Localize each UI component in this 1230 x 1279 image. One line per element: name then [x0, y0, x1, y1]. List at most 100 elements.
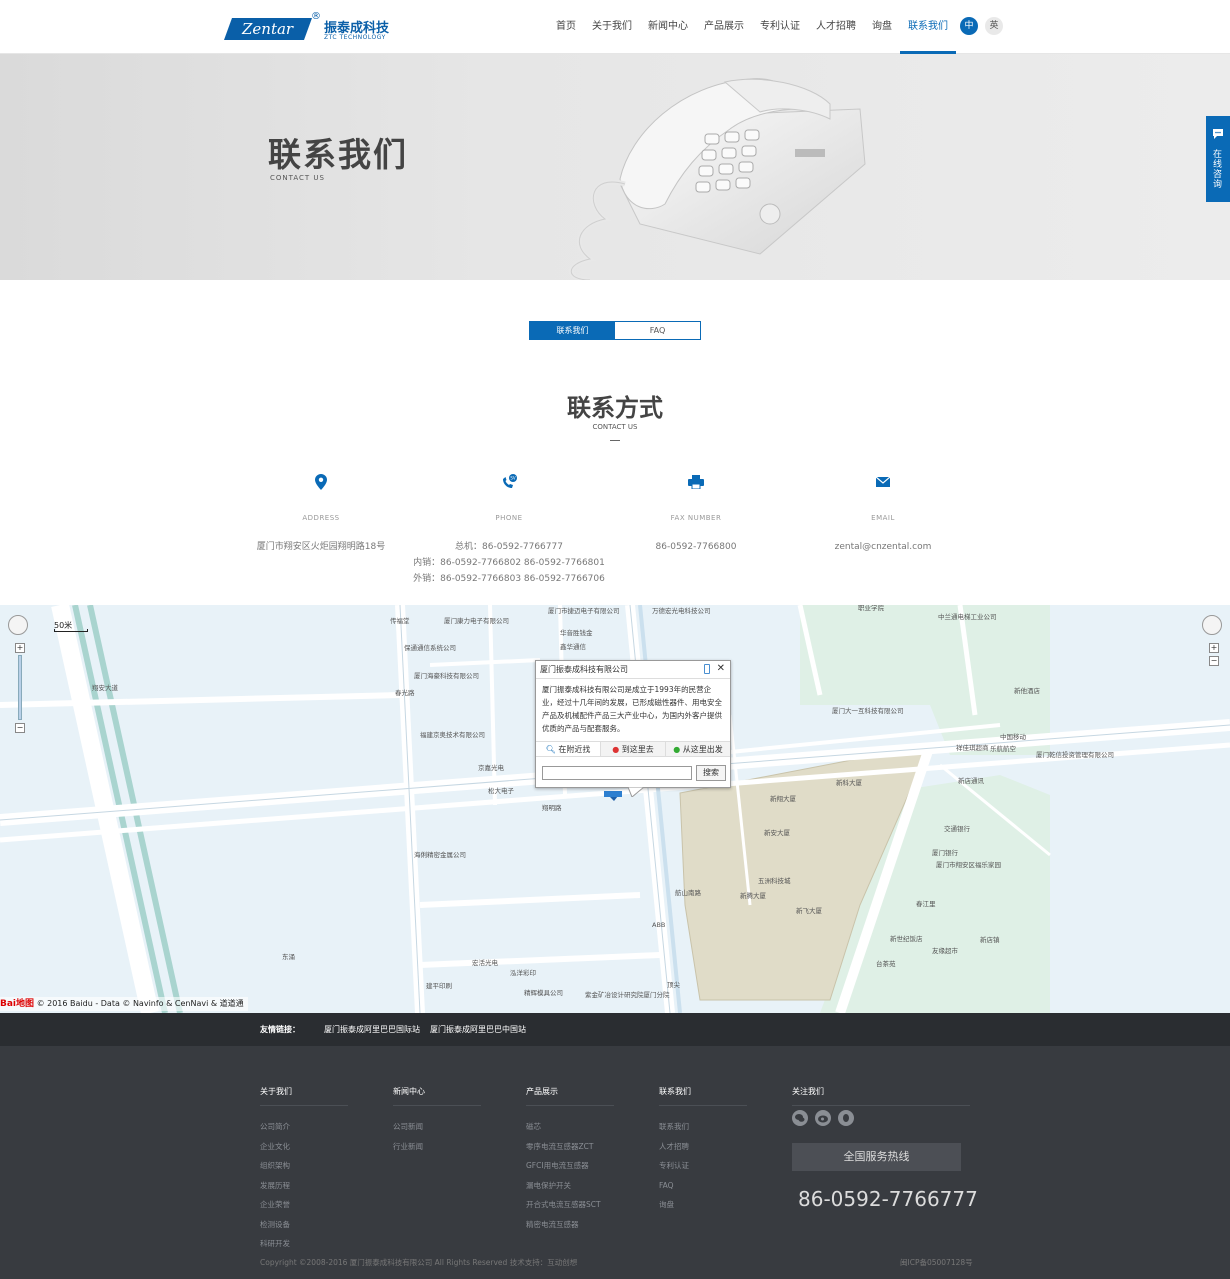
info-window-tabs: 🔍︎ 在附近找 ● 到这里去 ● 从这里出发 [536, 741, 730, 757]
telephone-illustration [568, 78, 866, 280]
main-nav: 首页 关于我们 新闻中心 产品展示 专利认证 人才招聘 询盘 联系我们 [548, 0, 956, 54]
map-label: 顶尖 [667, 980, 681, 989]
tab-route-from-label: 从这里出发 [682, 745, 723, 754]
map-zoom-in-right[interactable]: + [1209, 643, 1219, 653]
map-label: 传福堂 [390, 616, 410, 625]
footer-link[interactable]: 公司简介 [260, 1117, 348, 1137]
info-window-title: 厦门振泰成科技有限公司 [536, 661, 730, 679]
footer-link[interactable]: GFCI用电流互感器 [526, 1156, 614, 1176]
map-label: 万德宏光电科技公司 [652, 606, 711, 615]
site-header: Zentar ® 振泰成科技 ZTC TECHNOLOGY 首页 关于我们 新闻… [0, 0, 1230, 54]
nav-inquiry[interactable]: 询盘 [864, 0, 900, 54]
fax-icon [688, 475, 704, 489]
map-zoom-slider[interactable] [18, 655, 22, 720]
mobile-icon[interactable] [704, 664, 710, 674]
phone-main: 总机：86-0592-7766777 [455, 542, 563, 552]
icp-number[interactable]: 闽ICP备05007128号 [900, 1257, 973, 1268]
fax-value: 86-0592-7766800 [655, 542, 737, 552]
map-copyright-text: © 2016 Baidu - Data © Navinfo & CenNavi … [36, 999, 244, 1008]
nav-about[interactable]: 关于我们 [584, 0, 640, 54]
footer-link[interactable]: 零序电流互感器ZCT [526, 1137, 614, 1157]
footer-link[interactable]: 漏电保护开关 [526, 1176, 614, 1196]
hotline-number: 86-0592-7766777 [798, 1187, 978, 1211]
nav-patents[interactable]: 专利认证 [752, 0, 808, 54]
search-icon: 🔍︎ [545, 745, 556, 754]
nav-contact[interactable]: 联系我们 [900, 0, 956, 54]
map-label: 紫金矿冶设计研究院厦门分院 [585, 990, 670, 999]
footer-link[interactable]: 发展历程 [260, 1176, 348, 1196]
logo-sub: ZTC TECHNOLOGY [324, 34, 386, 41]
chat-bubble-icon [1213, 129, 1223, 139]
friend-link-international[interactable]: 厦门振泰成阿里巴巴国际站 [324, 1024, 420, 1035]
baidu-logo[interactable]: Bai地图 [0, 997, 34, 1011]
footer-link[interactable]: 企业文化 [260, 1137, 348, 1157]
map-label: 新飞大厦 [796, 906, 823, 915]
map-label: 鑫华通信 [560, 642, 587, 651]
map-pan-right-control[interactable] [1202, 615, 1222, 635]
footer-link[interactable]: 组织架构 [260, 1156, 348, 1176]
contact-fax: FAX NUMBER 86-0592-7766800 [596, 470, 796, 555]
footer-link[interactable]: 磁芯 [526, 1117, 614, 1137]
footer-link[interactable]: 人才招聘 [659, 1137, 747, 1157]
footer-link[interactable]: 公司新闻 [393, 1117, 481, 1137]
footer-link[interactable]: 开合式电流互感器SCT [526, 1195, 614, 1215]
nearby-search-input[interactable] [542, 766, 692, 780]
map-marker[interactable] [604, 791, 622, 801]
map-label: 保通通信系统公司 [404, 643, 456, 652]
map-zoom-out[interactable]: − [15, 723, 25, 733]
wechat-icon[interactable] [792, 1110, 808, 1126]
footer-link[interactable]: 科研开发 [260, 1234, 348, 1254]
tab-route-from[interactable]: ● 从这里出发 [666, 742, 730, 756]
friend-link-china[interactable]: 厦门振泰成阿里巴巴中国站 [430, 1024, 526, 1035]
online-consult-label: 在线咨询 [1213, 150, 1223, 190]
nav-careers[interactable]: 人才招聘 [808, 0, 864, 54]
tab-faq[interactable]: FAQ [615, 322, 700, 339]
footer-link[interactable]: 询盘 [659, 1195, 747, 1215]
online-consult-button[interactable]: 在线咨询 [1206, 116, 1230, 202]
copyright-text: Copyright ©2008-2016 厦门振泰成科技有限公司 All Rig… [260, 1258, 578, 1267]
map-label: 乐航航空 [990, 744, 1017, 753]
map-zoom-in[interactable]: + [15, 643, 25, 653]
footer-link[interactable]: 专利认证 [659, 1156, 747, 1176]
footer-link[interactable]: FAQ [659, 1176, 747, 1196]
qq-icon[interactable] [838, 1110, 854, 1126]
map-label: 五洲科技城 [758, 876, 791, 885]
email-icon [876, 477, 890, 487]
map-label: 厦门海豪科技有限公司 [414, 671, 479, 680]
phone-export: 外销：86-0592-7766803 86-0592-7766706 [413, 574, 605, 584]
map-label: 翔安大道 [92, 683, 119, 692]
map-label: 春江里 [916, 899, 936, 908]
map-pan-left-control[interactable] [8, 615, 28, 635]
map-label: 新科大厦 [836, 778, 863, 787]
map-info-window: 厦门振泰成科技有限公司 ✕ 厦门振泰成科技有限公司是成立于1993年的民营企业，… [535, 660, 731, 788]
map-label: 泓洋彩印 [510, 968, 536, 977]
nav-products[interactable]: 产品展示 [696, 0, 752, 54]
phone-label: PHONE [495, 514, 523, 522]
footer-link[interactable]: 行业新闻 [393, 1137, 481, 1157]
footer-col-about: 关于我们 公司简介 企业文化 组织架构 发展历程 企业荣誉 检测设备 科研开发 [260, 1086, 348, 1254]
close-icon[interactable]: ✕ [717, 663, 725, 674]
map-label: 厦门大一互科技有限公司 [832, 706, 904, 715]
map-label: 祥佳琪超商 [956, 743, 989, 752]
map-label: 厦门乾信投资管理有限公司 [1036, 750, 1114, 759]
map-label: 厦门康力电子有限公司 [444, 616, 509, 625]
email-value[interactable]: zental@cnzental.com [783, 539, 983, 555]
footer-col-products: 产品展示 磁芯 零序电流互感器ZCT GFCI用电流互感器 漏电保护开关 开合式… [526, 1086, 614, 1234]
footer-link[interactable]: 精密电流互感器 [526, 1215, 614, 1235]
weibo-icon[interactable] [815, 1110, 831, 1126]
footer-link[interactable]: 联系我们 [659, 1117, 747, 1137]
lang-en-button[interactable]: 英 [985, 17, 1003, 35]
tab-nearby[interactable]: 🔍︎ 在附近找 [536, 742, 601, 756]
nav-home[interactable]: 首页 [548, 0, 584, 54]
friend-links-bar: 友情链接： 厦门振泰成阿里巴巴国际站 厦门振泰成阿里巴巴中国站 [0, 1013, 1230, 1046]
footer-link[interactable]: 企业荣誉 [260, 1195, 348, 1215]
lang-zh-button[interactable]: 中 [960, 17, 978, 35]
friend-links-label: 友情链接： [260, 1025, 300, 1034]
tab-route-to[interactable]: ● 到这里去 [601, 742, 666, 756]
info-window-body: 厦门振泰成科技有限公司是成立于1993年的民营企业，经过十几年间的发展，已形成磁… [542, 685, 722, 733]
nearby-search-button[interactable]: 搜索 [696, 765, 726, 781]
map-zoom-out-right[interactable]: − [1209, 656, 1219, 666]
nav-news[interactable]: 新闻中心 [640, 0, 696, 54]
footer-link[interactable]: 检测设备 [260, 1215, 348, 1235]
tab-contact[interactable]: 联系我们 [530, 322, 615, 339]
